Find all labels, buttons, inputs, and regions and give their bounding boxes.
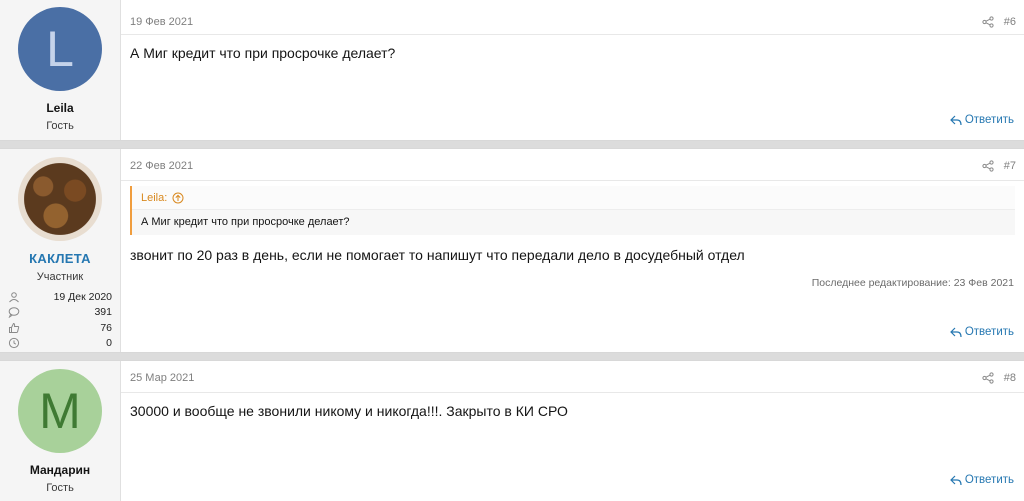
- post-text: 30000 и вообще не звонили никому и никог…: [130, 403, 568, 419]
- quote-header[interactable]: Leila:: [132, 186, 1015, 209]
- reply-icon: [949, 475, 962, 485]
- post-7: КАКЛЕТА Участник 19 Дек 2020 391 76 0 22…: [0, 148, 1024, 353]
- share-icon[interactable]: [982, 371, 994, 384]
- stat-value: 391: [94, 306, 112, 319]
- user-title: Гость: [46, 120, 74, 132]
- post-8: M Мандарин Гость 25 Мар 2021 #8 30000 и …: [0, 360, 1024, 501]
- reply-button[interactable]: Ответить: [949, 474, 1014, 486]
- post-number[interactable]: #7: [1004, 160, 1016, 172]
- quote-block: Leila: А Миг кредит что при просрочке де…: [130, 186, 1015, 235]
- post-6: L Leila Гость 19 Фев 2021 #6 А Миг креди…: [0, 0, 1024, 141]
- stat-points: 0: [8, 336, 112, 352]
- edited-note: Последнее редактирование: 23 Фев 2021: [811, 277, 1014, 289]
- post-content: 22 Фев 2021 #7 Leila: А Миг кредит что п…: [121, 149, 1024, 352]
- share-icon[interactable]: [982, 159, 994, 172]
- username[interactable]: КАКЛЕТА: [29, 251, 91, 266]
- post-content: 19 Фев 2021 #6 А Миг кредит что при прос…: [121, 0, 1024, 140]
- post-header: 25 Мар 2021 #8: [121, 361, 1024, 393]
- thumbs-up-icon: [9, 322, 20, 333]
- stat-value: 76: [100, 321, 112, 334]
- post-header: 19 Фев 2021 #6: [121, 0, 1024, 35]
- user-sidebar: L Leila Гость: [0, 0, 121, 140]
- avatar[interactable]: L: [18, 7, 102, 91]
- reply-icon: [949, 327, 962, 337]
- user-title: Участник: [36, 271, 84, 283]
- message-icon: [8, 307, 20, 319]
- stat-joined: 19 Дек 2020: [8, 289, 112, 305]
- stat-value: 0: [106, 337, 112, 350]
- quote-author[interactable]: Leila:: [141, 192, 167, 204]
- post-number[interactable]: #8: [1004, 372, 1016, 384]
- stat-messages: 391: [8, 305, 112, 321]
- reply-label: Ответить: [964, 114, 1014, 126]
- reply-label: Ответить: [964, 474, 1014, 486]
- post-date[interactable]: 25 Мар 2021: [130, 372, 194, 384]
- stat-value: 19 Дек 2020: [53, 290, 112, 303]
- user-sidebar: M Мандарин Гость: [0, 361, 121, 501]
- reply-label: Ответить: [964, 326, 1014, 338]
- reply-icon: [949, 115, 962, 125]
- stat-reactions: 76: [8, 320, 112, 336]
- trophy-icon: [8, 338, 20, 349]
- avatar[interactable]: [18, 157, 102, 241]
- user-title: Гость: [46, 482, 74, 494]
- post-header: 22 Фев 2021 #7: [121, 149, 1024, 181]
- reply-button[interactable]: Ответить: [949, 326, 1014, 338]
- post-text: звонит по 20 раз в день, если не помогае…: [130, 247, 745, 263]
- post-date[interactable]: 19 Фев 2021: [130, 16, 193, 28]
- share-icon[interactable]: [982, 15, 994, 28]
- user-icon: [9, 291, 19, 303]
- arrow-up-circle-icon[interactable]: [172, 192, 184, 204]
- username[interactable]: Мандарин: [30, 463, 90, 477]
- reply-button[interactable]: Ответить: [949, 114, 1014, 126]
- user-sidebar: КАКЛЕТА Участник 19 Дек 2020 391 76 0: [0, 149, 121, 352]
- quote-text: А Миг кредит что при просрочке делает?: [132, 209, 1015, 235]
- post-number[interactable]: #6: [1004, 16, 1016, 28]
- post-date[interactable]: 22 Фев 2021: [130, 160, 193, 172]
- avatar[interactable]: M: [18, 369, 102, 453]
- post-content: 25 Мар 2021 #8 30000 и вообще не звонили…: [121, 361, 1024, 501]
- username[interactable]: Leila: [46, 101, 73, 115]
- post-text: А Миг кредит что при просрочке делает?: [130, 45, 396, 61]
- user-stats: 19 Дек 2020 391 76 0: [8, 289, 112, 351]
